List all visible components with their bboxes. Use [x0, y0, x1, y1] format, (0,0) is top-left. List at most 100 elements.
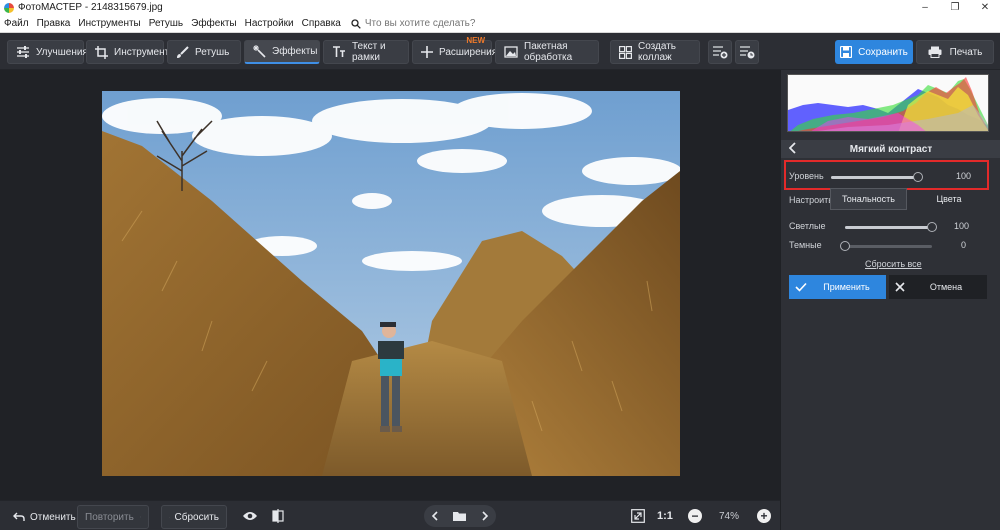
- highlights-slider[interactable]: [845, 222, 937, 232]
- title-bar: ФотоМАСТЕР - 2148315679.jpg – ❐ ✕: [0, 0, 1000, 15]
- eye-icon: [243, 512, 257, 520]
- photo-preview[interactable]: [102, 91, 680, 476]
- menu-effects[interactable]: Эффекты: [191, 18, 236, 29]
- preview-toggle-button[interactable]: [240, 506, 260, 526]
- tab-tools[interactable]: Инструменты: [86, 40, 176, 64]
- maximize-button[interactable]: ❐: [940, 0, 970, 15]
- zoom-level: 74%: [718, 511, 739, 522]
- search-input[interactable]: [364, 18, 495, 29]
- level-slider-thumb[interactable]: [913, 172, 923, 182]
- tab-retouch-label: Ретушь: [195, 46, 230, 58]
- compare-button[interactable]: [268, 506, 288, 526]
- landscape-photo: [102, 91, 680, 476]
- reset-all-link[interactable]: Сбросить все: [865, 259, 922, 269]
- print-button[interactable]: Печать: [916, 40, 994, 64]
- undo-button[interactable]: Отменить: [6, 505, 83, 529]
- printer-icon: [928, 46, 942, 58]
- menu-help[interactable]: Справка: [302, 18, 341, 29]
- menu-tools[interactable]: Инструменты: [78, 18, 140, 29]
- histogram-graph: [788, 77, 988, 131]
- tab-text-frames-label: Текст и рамки: [352, 41, 386, 63]
- cancel-label: Отмена: [929, 282, 963, 292]
- tab-collage[interactable]: Создать коллаж: [610, 40, 700, 64]
- tab-tonality[interactable]: Тональность: [830, 188, 907, 210]
- menu-file[interactable]: Файл: [4, 18, 29, 29]
- tab-batch-processing[interactable]: Пакетная обработка: [495, 40, 599, 64]
- text-icon: [333, 46, 345, 57]
- tab-effects[interactable]: Эффекты: [244, 40, 320, 64]
- minimize-button[interactable]: –: [910, 0, 940, 15]
- actual-size-button[interactable]: 1:1: [657, 510, 673, 522]
- tab-retouch[interactable]: Ретушь: [167, 40, 241, 64]
- close-icon: [895, 282, 905, 292]
- redo-button[interactable]: Повторить: [77, 505, 149, 529]
- level-label: Уровень: [789, 171, 824, 181]
- bottom-bar: Отменить Повторить Сбросить 1:1 − 74% +: [0, 500, 780, 530]
- folder-icon[interactable]: [453, 511, 467, 521]
- highlights-slider-fill: [845, 226, 932, 229]
- highlights-slider-thumb[interactable]: [927, 222, 937, 232]
- zoom-in-button[interactable]: +: [754, 506, 774, 526]
- prev-image-icon[interactable]: [431, 511, 439, 521]
- menu-search[interactable]: [351, 18, 495, 29]
- tab-improvements[interactable]: Улучшения: [7, 40, 88, 64]
- tab-improvements-label: Улучшения: [36, 46, 88, 58]
- shadows-value: 0: [960, 240, 966, 250]
- redo-icon: [139, 516, 141, 518]
- crop-icon: [95, 45, 108, 59]
- undo-icon: [13, 512, 25, 521]
- print-label: Печать: [949, 46, 983, 58]
- image-canvas[interactable]: [0, 70, 780, 500]
- effect-title: Мягкий контраст: [849, 143, 933, 155]
- menu-edit[interactable]: Правка: [37, 18, 71, 29]
- fit-screen-button[interactable]: [628, 506, 648, 526]
- menu-settings[interactable]: Настройки: [245, 18, 294, 29]
- tab-extensions-label: Расширения: [439, 46, 498, 58]
- plus-icon: [421, 46, 433, 58]
- tab-batch-label: Пакетная обработка: [524, 41, 573, 63]
- shadows-slider-thumb[interactable]: [840, 241, 850, 251]
- tab-text-frames[interactable]: Текст и рамки: [323, 40, 409, 64]
- apply-button[interactable]: Применить: [789, 275, 886, 299]
- effect-header: Мягкий контраст: [781, 140, 1000, 158]
- checkmark-icon: [795, 282, 807, 292]
- highlights-label: Светлые: [789, 221, 826, 231]
- adjust-label: Настроить: [789, 195, 833, 205]
- new-badge: NEW: [466, 36, 485, 45]
- fit-screen-icon: [631, 509, 645, 523]
- close-button[interactable]: ✕: [970, 0, 1000, 15]
- level-slider-fill: [831, 176, 918, 179]
- batch-image-icon: [504, 46, 518, 58]
- shadows-slider[interactable]: [840, 241, 932, 251]
- save-button[interactable]: Сохранить: [835, 40, 913, 64]
- history-button[interactable]: [735, 40, 759, 64]
- zoom-out-button[interactable]: −: [685, 506, 705, 526]
- menu-bar: Файл Правка Инструменты Ретушь Эффекты Н…: [0, 15, 1000, 33]
- magic-wand-icon: [253, 45, 266, 58]
- undo-label: Отменить: [30, 511, 76, 523]
- next-image-icon[interactable]: [481, 511, 489, 521]
- level-slider[interactable]: [831, 172, 923, 182]
- reset-icon: [169, 516, 170, 518]
- effect-settings-panel: Мягкий контраст Уровень 100 Настроить То…: [780, 70, 1000, 530]
- apply-label: Применить: [823, 282, 870, 292]
- reset-label: Сбросить: [174, 511, 219, 523]
- add-adjustment-button[interactable]: [708, 40, 732, 64]
- cancel-button[interactable]: Отмена: [889, 275, 987, 299]
- back-arrow-icon[interactable]: [789, 142, 797, 154]
- level-value: 100: [955, 171, 971, 181]
- redo-label: Повторить: [85, 511, 134, 523]
- reset-button[interactable]: Сбросить: [161, 505, 227, 529]
- minus-icon: −: [688, 509, 702, 523]
- app-logo-icon: [4, 2, 14, 13]
- save-label: Сохранить: [858, 46, 908, 58]
- histogram: [787, 74, 989, 132]
- shadows-label: Темные: [789, 240, 822, 250]
- search-icon: [351, 18, 361, 29]
- tab-extensions[interactable]: Расширения NEW: [412, 36, 497, 64]
- highlights-value: 100: [953, 221, 969, 231]
- menu-retouch[interactable]: Ретушь: [149, 18, 183, 29]
- sliders-history-icon: [740, 46, 755, 59]
- tab-colors[interactable]: Цвета: [911, 188, 987, 210]
- floppy-disk-icon: [840, 46, 853, 58]
